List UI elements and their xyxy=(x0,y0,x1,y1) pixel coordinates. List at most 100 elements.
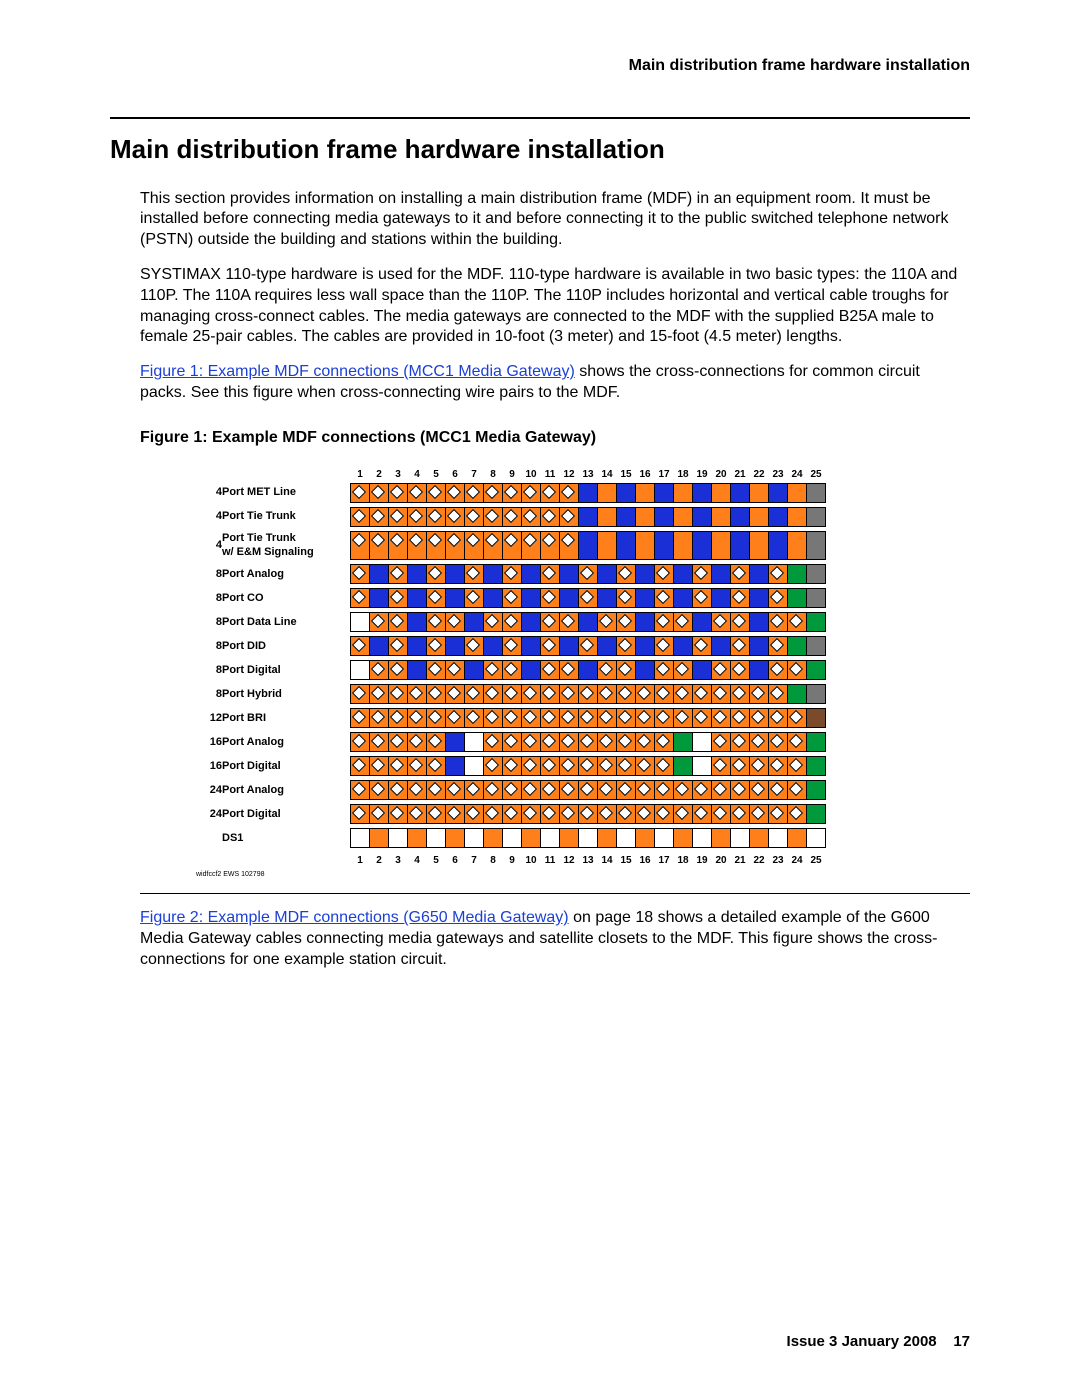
port-cell xyxy=(541,531,560,560)
axis-label: 1 xyxy=(351,467,370,484)
port-cell xyxy=(541,685,560,704)
port-cell xyxy=(579,637,598,656)
port-cell xyxy=(541,709,560,728)
port-count: 8 xyxy=(196,685,222,704)
port-cell xyxy=(655,829,674,848)
port-cell xyxy=(674,805,693,824)
port-cell xyxy=(408,637,427,656)
port-cell xyxy=(598,685,617,704)
port-cell xyxy=(655,637,674,656)
port-cell xyxy=(389,531,408,560)
port-cell xyxy=(560,531,579,560)
port-cell xyxy=(750,507,769,526)
port-cell xyxy=(484,507,503,526)
port-cell xyxy=(750,709,769,728)
port-cell xyxy=(541,757,560,776)
port-cell xyxy=(541,661,560,680)
port-cell xyxy=(560,507,579,526)
port-cell xyxy=(503,757,522,776)
port-cell xyxy=(617,613,636,632)
port-cell xyxy=(598,733,617,752)
axis-label: 16 xyxy=(636,852,655,868)
port-cell xyxy=(731,733,750,752)
port-cell xyxy=(693,531,712,560)
port-cell xyxy=(427,709,446,728)
port-cell xyxy=(370,531,389,560)
port-count: 8 xyxy=(196,637,222,656)
port-cell xyxy=(541,805,560,824)
port-cell xyxy=(351,483,370,502)
port-label: Port Tie Trunk xyxy=(222,507,351,526)
port-cell xyxy=(769,483,788,502)
running-head: Main distribution frame hardware install… xyxy=(110,56,970,77)
port-cell xyxy=(769,781,788,800)
port-cell xyxy=(731,589,750,608)
port-cell xyxy=(465,637,484,656)
port-cell xyxy=(579,531,598,560)
port-cell xyxy=(389,507,408,526)
axis-label: 8 xyxy=(484,852,503,868)
port-cell xyxy=(427,661,446,680)
paragraph-4: Figure 2: Example MDF connections (G650 … xyxy=(140,908,970,970)
figure-1-link[interactable]: Figure 1: Example MDF connections (MCC1 … xyxy=(140,363,575,380)
port-cell xyxy=(465,613,484,632)
port-cell xyxy=(674,733,693,752)
port-count: 8 xyxy=(196,661,222,680)
port-cell xyxy=(427,565,446,584)
port-cell xyxy=(484,661,503,680)
port-cell xyxy=(617,733,636,752)
port-label: Port Analog xyxy=(222,781,351,800)
footer-issue: Issue 3 January 2008 xyxy=(787,1333,937,1350)
figure-2-link[interactable]: Figure 2: Example MDF connections (G650 … xyxy=(140,909,569,926)
port-cell xyxy=(693,613,712,632)
port-cell xyxy=(807,507,826,526)
table-row: 8Port Hybrid xyxy=(196,685,826,704)
port-cell xyxy=(807,709,826,728)
axis-label: 21 xyxy=(731,852,750,868)
port-cell xyxy=(579,613,598,632)
port-count: 16 xyxy=(196,757,222,776)
port-cell xyxy=(370,589,389,608)
port-cell xyxy=(541,781,560,800)
port-cell xyxy=(807,637,826,656)
port-cell xyxy=(769,531,788,560)
port-cell xyxy=(712,709,731,728)
port-count: 24 xyxy=(196,781,222,800)
port-cell xyxy=(617,589,636,608)
port-cell xyxy=(560,661,579,680)
port-cell xyxy=(598,781,617,800)
port-cell xyxy=(769,589,788,608)
port-cell xyxy=(636,613,655,632)
port-cell xyxy=(522,565,541,584)
port-cell xyxy=(370,507,389,526)
port-cell xyxy=(446,709,465,728)
port-cell xyxy=(579,565,598,584)
axis-label: 21 xyxy=(731,467,750,484)
port-cell xyxy=(598,507,617,526)
axis-label: 18 xyxy=(674,467,693,484)
footer-page-number: 17 xyxy=(953,1333,970,1350)
port-cell xyxy=(788,637,807,656)
port-cell xyxy=(370,661,389,680)
port-cell xyxy=(636,483,655,502)
port-cell xyxy=(769,757,788,776)
port-cell xyxy=(389,733,408,752)
port-cell xyxy=(807,805,826,824)
axis-label: 11 xyxy=(541,467,560,484)
figure-1-title: Figure 1: Example MDF connections (MCC1 … xyxy=(140,428,970,449)
axis-label: 12 xyxy=(560,467,579,484)
port-cell xyxy=(788,805,807,824)
port-cell xyxy=(807,483,826,502)
port-cell xyxy=(427,733,446,752)
port-cell xyxy=(351,637,370,656)
port-cell xyxy=(636,709,655,728)
port-cell xyxy=(579,589,598,608)
port-cell xyxy=(408,507,427,526)
port-cell xyxy=(370,685,389,704)
axis-label: 7 xyxy=(465,852,484,868)
port-cell xyxy=(484,733,503,752)
port-cell xyxy=(636,781,655,800)
port-cell xyxy=(617,531,636,560)
port-cell xyxy=(807,757,826,776)
port-cell xyxy=(712,637,731,656)
